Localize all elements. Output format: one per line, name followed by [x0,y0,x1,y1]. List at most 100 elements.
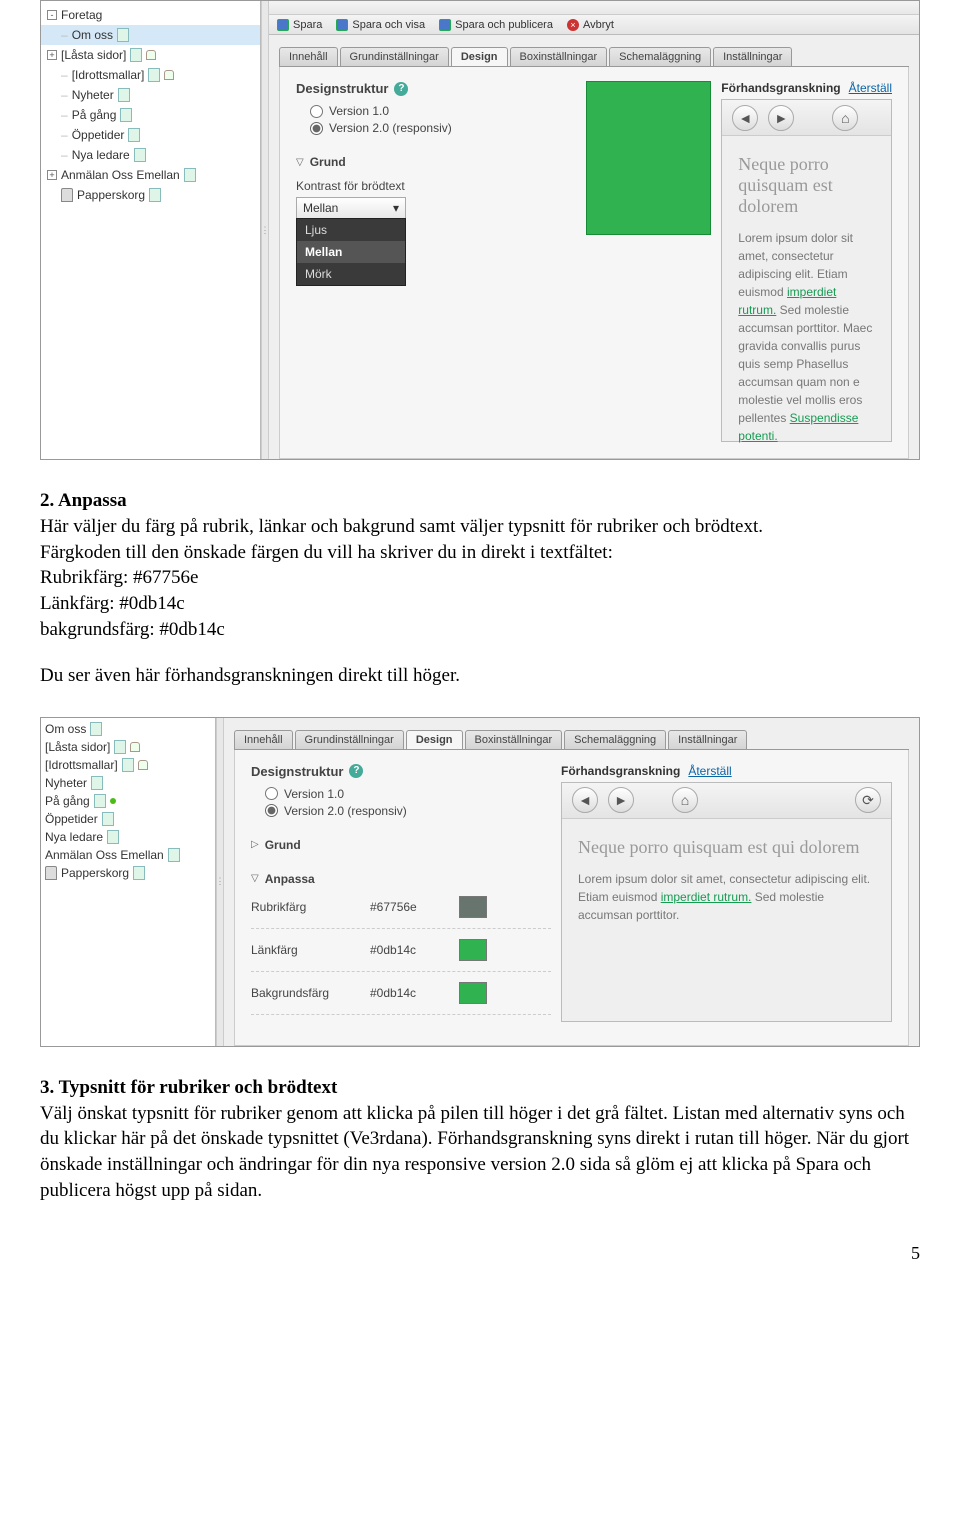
kontrast-select[interactable]: Mellan▾ [296,197,406,219]
anpassa-section[interactable]: ▽Anpassa [251,872,551,886]
radio-v1[interactable]: Version 1.0 [310,104,576,118]
page-icon [148,68,160,82]
preview-label: Förhandsgranskning [561,764,680,778]
tab-installningar[interactable]: Inställningar [668,730,747,749]
tree-item[interactable]: –Om oss [41,25,260,45]
tree-item[interactable]: Papperskorg [41,185,260,205]
page-icon [107,830,119,844]
tree-item[interactable]: +[Låsta sidor] [41,45,260,65]
color-row-rubrik: Rubrikfärg #67756e [251,886,551,929]
editor-pane: Innehåll Grundinställningar Design Boxin… [224,718,919,1046]
save-show-button[interactable]: Spara och visa [336,19,425,31]
expand-icon[interactable]: + [47,170,57,180]
tab-schemalaggning[interactable]: Schemaläggning [564,730,666,749]
radio-v2[interactable]: Version 2.0 (responsiv) [265,804,551,818]
body-text: Välj önskat typsnitt för rubriker genom … [40,1101,920,1204]
kontrast-label: Kontrast för brödtext [296,179,576,193]
page-icon [117,28,129,42]
tree-item[interactable]: Anmälan Oss Emellan [41,846,215,864]
tree-item[interactable]: Nya ledare [41,828,215,846]
expand-icon[interactable]: + [47,50,57,60]
preview-heading: Neque porro quisquam est dolorem [738,154,875,217]
cancel-icon: × [567,19,579,31]
body-text: Färgkoden till den önskade färgen du vil… [40,540,920,566]
section-title: Designstruktur? [296,81,576,96]
back-icon[interactable]: ◄ [732,105,758,131]
tree-item[interactable]: Nyheter [41,774,215,792]
save-publish-button[interactable]: Spara och publicera [439,19,553,31]
tab-grundinstallningar[interactable]: Grundinställningar [295,730,404,749]
tree-item[interactable]: –På gång [41,105,260,125]
chevron-down-icon: ▾ [393,201,399,215]
help-icon[interactable]: ? [394,82,408,96]
color-swatch[interactable] [459,982,487,1004]
preview-label: Förhandsgranskning [721,81,840,95]
tab-innehall[interactable]: Innehåll [279,47,338,66]
option-mellan[interactable]: Mellan [297,241,405,263]
color-value[interactable]: #67756e [370,900,445,914]
tree-item[interactable]: [Låsta sidor] [41,738,215,756]
tree-item[interactable]: -Foretag [41,5,260,25]
tree-item[interactable]: [Idrottsmallar] [41,756,215,774]
collapse-icon: ▽ [296,157,304,168]
tree-item[interactable]: Om oss [41,720,215,738]
tree-item[interactable]: –[Idrottsmallar] [41,65,260,85]
page-icon [114,740,126,754]
save-button[interactable]: Spara [277,19,322,31]
page-icon [184,168,196,182]
design-settings: Designstruktur? Version 1.0 Version 2.0 … [296,81,576,444]
radio-v2[interactable]: Version 2.0 (responsiv) [310,121,576,135]
back-icon[interactable]: ◄ [572,787,598,813]
forward-icon[interactable]: ► [608,787,634,813]
page-icon [120,108,132,122]
tree-item[interactable]: –Öppetider [41,125,260,145]
option-ljus[interactable]: Ljus [297,219,405,241]
body-text: Länkfärg: #0db14c [40,591,920,617]
help-icon[interactable]: ? [349,764,363,778]
tab-installningar[interactable]: Inställningar [713,47,792,66]
color-row-bakgrund: Bakgrundsfärg #0db14c [251,972,551,1015]
grund-section[interactable]: ▷Grund [251,838,551,852]
radio-v1[interactable]: Version 1.0 [265,787,551,801]
collapse-icon: ▽ [251,873,259,884]
cancel-button[interactable]: ×Avbryt [567,19,614,31]
tab-schemalaggning[interactable]: Schemaläggning [609,47,711,66]
lock-icon [146,50,156,60]
save-icon [277,19,289,31]
reset-link[interactable]: Återställ [849,81,892,95]
color-value[interactable]: #0db14c [370,943,445,957]
tab-design[interactable]: Design [406,730,463,749]
tree-item[interactable]: +Anmälan Oss Emellan [41,165,260,185]
tree-item[interactable]: Öppetider [41,810,215,828]
page-icon [128,128,140,142]
page-icon [133,866,145,880]
splitter-handle[interactable]: ⋮ [261,1,269,459]
grund-section[interactable]: ▽Grund [296,155,576,169]
home-icon[interactable]: ⌂ [672,787,698,813]
color-swatch[interactable] [459,896,487,918]
tab-boxinstallningar[interactable]: Boxinställningar [465,730,563,749]
body-text: Rubrikfärg: #67756e [40,565,920,591]
preview-link[interactable]: imperdiet rutrum. [661,890,752,904]
tree-item[interactable]: –Nyheter [41,85,260,105]
preview-frame: ◄ ► ⌂ ⟳ Neque porro quisquam est qui dol… [561,782,892,1022]
page-icon [94,794,106,808]
option-mork[interactable]: Mörk [297,263,405,285]
tree-item[interactable]: På gång [41,792,215,810]
home-icon[interactable]: ⌂ [832,105,858,131]
tab-design[interactable]: Design [451,47,508,66]
tab-boxinstallningar[interactable]: Boxinställningar [510,47,608,66]
reset-link[interactable]: Återställ [688,764,731,778]
collapse-icon[interactable]: - [47,10,57,20]
tab-innehall[interactable]: Innehåll [234,730,293,749]
color-swatch[interactable] [459,939,487,961]
tree-item[interactable]: –Nya ledare [41,145,260,165]
forward-icon[interactable]: ► [768,105,794,131]
tab-grundinstallningar[interactable]: Grundinställningar [340,47,449,66]
color-row-lank: Länkfärg #0db14c [251,929,551,972]
preview-toolbar: ◄ ► ⌂ [722,100,891,136]
tree-item[interactable]: Papperskorg [41,864,215,882]
refresh-icon[interactable]: ⟳ [855,787,881,813]
splitter-handle[interactable]: ⋮ [216,718,224,1046]
color-value[interactable]: #0db14c [370,986,445,1000]
